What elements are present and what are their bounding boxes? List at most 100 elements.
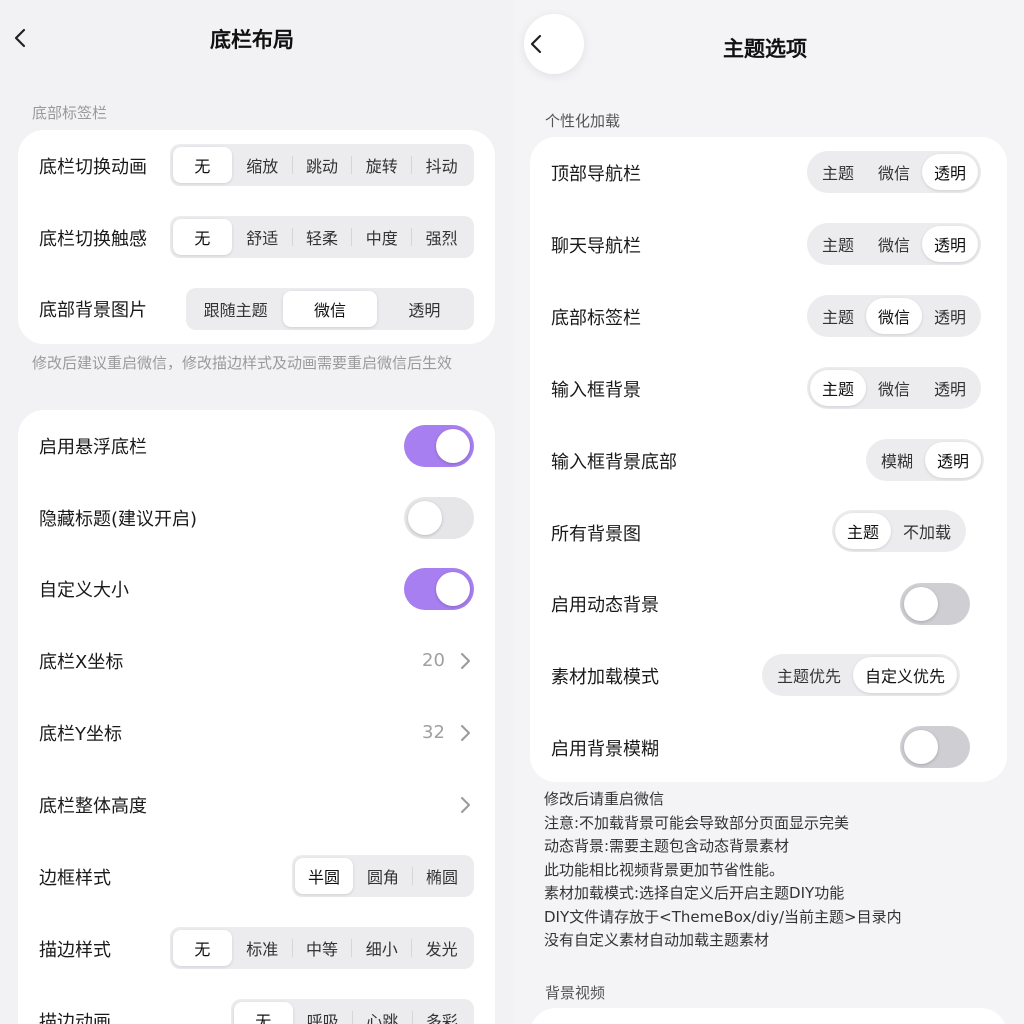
border-style-segmented[interactable]: 半圆 圆角 椭圆 [292,855,474,897]
input-bg-pill[interactable]: 主题 微信 透明 [807,367,982,409]
video-card [530,1008,1007,1024]
segment-option[interactable]: 椭圆 [413,858,471,894]
tab-bar-label: 底部标签栏 [551,308,641,329]
hide-title-toggle[interactable] [404,497,474,539]
segment-option[interactable]: 呼吸 [294,1002,353,1024]
segment-option[interactable]: 发光 [412,930,471,966]
material-mode-pill[interactable]: 主题优先 自定义优先 [762,654,961,696]
float-bar-label: 启用悬浮底栏 [39,437,147,458]
pill-option[interactable]: 透明 [922,226,979,262]
stroke-anim-label: 描边动画 [39,1012,111,1024]
pill-option[interactable]: 主题优先 [765,657,853,693]
theme-options-panel: 主题选项 个性化加载 顶部导航栏 主题 微信 透明 聊天导航栏 主题 微信 透明 底部标… [514,0,1024,1024]
float-bar-toggle[interactable] [404,425,474,467]
pill-option[interactable]: 主题 [810,154,866,190]
custom-size-toggle[interactable] [404,568,474,610]
pill-option[interactable]: 微信 [866,298,923,334]
note-line: 素材加载模式:选择自定义后开启主题DIY功能 [544,884,845,902]
x-coord-value[interactable]: 20 [422,650,445,671]
back-arrow-icon[interactable] [526,33,548,55]
segment-option[interactable]: 轻柔 [293,219,352,255]
segment-option[interactable]: 舒适 [233,219,292,255]
pill-option[interactable]: 微信 [866,154,922,190]
y-coord-label: 底栏Y坐标 [39,724,122,745]
pill-option[interactable]: 透明 [922,370,978,406]
segment-option[interactable]: 心跳 [353,1002,412,1024]
bg-blur-label: 启用背景模糊 [551,739,659,760]
dynamic-bg-toggle[interactable] [900,583,970,625]
segment-option[interactable]: 强烈 [412,219,471,255]
x-coord-label: 底栏X坐标 [39,652,124,673]
note-line: 注意:不加载背景可能会导致部分页面显示完美 [544,813,850,832]
bg-image-segmented[interactable]: 跟随主题 微信 透明 [186,288,474,330]
toggle-knob [904,587,938,621]
switch-haptic-segmented[interactable]: 无舒适 轻柔 中度 强烈 [170,216,474,258]
all-bg-pill[interactable]: 主题 不加载 [832,510,967,552]
pill-option[interactable]: 主题 [810,226,866,262]
note-line: 此功能相比视频背景更加节省性能。 [544,860,785,879]
pill-option[interactable]: 主题 [835,513,892,549]
segment-option[interactable]: 无 [173,930,232,966]
stroke-style-label: 描边样式 [39,940,111,961]
note-line: 修改后请重启微信 [544,790,665,808]
segment-option[interactable]: 跳动 [293,147,352,183]
segment-option[interactable]: 标准 [233,930,292,966]
pill-option[interactable]: 透明 [922,154,979,190]
stroke-style-segmented[interactable]: 无标准 中等 细小 发光 [170,927,474,969]
chat-nav-pill[interactable]: 主题 微信 透明 [807,223,982,265]
segment-option[interactable]: 细小 [352,930,411,966]
segment-option[interactable]: 无 [173,147,232,183]
pill-option[interactable]: 模糊 [869,442,925,478]
dynamic-bg-label: 启用动态背景 [551,595,659,616]
stroke-anim-segmented[interactable]: 无呼吸 心跳 多彩 [231,999,474,1024]
segment-option[interactable]: 半圆 [295,858,353,894]
tab-bar-pill[interactable]: 主题 微信 透明 [807,295,982,337]
segment-option[interactable]: 缩放 [233,147,292,183]
segment-option[interactable]: 中度 [352,219,411,255]
toggle-knob [904,730,938,764]
y-coord-value[interactable]: 32 [422,722,445,743]
bg-blur-toggle[interactable] [900,726,970,768]
segment-option[interactable]: 旋转 [352,147,411,183]
segment-option[interactable]: 微信 [283,291,377,327]
material-mode-label: 素材加载模式 [551,667,659,688]
segment-option[interactable]: 无 [234,1002,293,1024]
page-title: 主题选项 [723,37,807,61]
segment-option[interactable]: 抖动 [412,147,471,183]
pill-option[interactable]: 微信 [866,226,922,262]
note-line: 动态背景:需要主题包含动态背景素材 [544,837,790,855]
chevron-right-icon[interactable] [459,723,473,743]
input-bg-bottom-pill[interactable]: 模糊 透明 [866,439,985,481]
pill-option[interactable]: 自定义优先 [853,657,958,693]
note-line: 没有自定义素材自动加载主题素材 [544,931,770,949]
layout-panel: 底栏布局 底部标签栏 底栏切换动画 无缩放 跳动 旋转 抖动 底栏切换触感 无舒适 轻柔… [0,0,514,1024]
input-bg-label: 输入框背景 [551,380,641,401]
chevron-right-icon[interactable] [459,651,473,671]
pill-option[interactable]: 透明 [925,442,982,478]
hide-title-label: 隐藏标题(建议开启) [39,509,198,530]
switch-anim-segmented[interactable]: 无缩放 跳动 旋转 抖动 [170,144,474,186]
section-label-tabbar: 底部标签栏 [32,104,108,122]
top-nav-pill[interactable]: 主题 微信 透明 [807,151,982,193]
pill-option[interactable]: 透明 [922,298,978,334]
chevron-right-icon[interactable] [459,795,473,815]
note-line: DIY文件请存放于<ThemeBox/diy/当前主题>目录内 [544,907,902,926]
pill-option[interactable]: 微信 [866,370,922,406]
segment-option[interactable]: 无 [173,219,232,255]
toggle-knob [436,429,470,463]
segment-option[interactable]: 圆角 [354,858,412,894]
section-label-personal: 个性化加载 [545,112,621,130]
segment-option[interactable]: 透明 [378,291,471,327]
back-arrow-icon[interactable] [10,27,32,49]
input-bg-bottom-label: 输入框背景底部 [551,452,677,473]
pill-option[interactable]: 不加载 [891,513,963,549]
segment-option[interactable]: 跟随主题 [189,291,282,327]
segment-option[interactable]: 多彩 [413,1002,472,1024]
segment-option[interactable]: 中等 [293,930,352,966]
notes-block: 修改后请重启微信注意:不加载背景可能会导致部分页面显示完美 动态背景:需要主题包含… [544,788,902,953]
custom-size-label: 自定义大小 [39,580,129,601]
pill-option[interactable]: 主题 [810,298,866,334]
border-style-label: 边框样式 [39,868,111,889]
top-nav-label: 顶部导航栏 [551,164,641,185]
pill-option[interactable]: 主题 [810,370,867,406]
